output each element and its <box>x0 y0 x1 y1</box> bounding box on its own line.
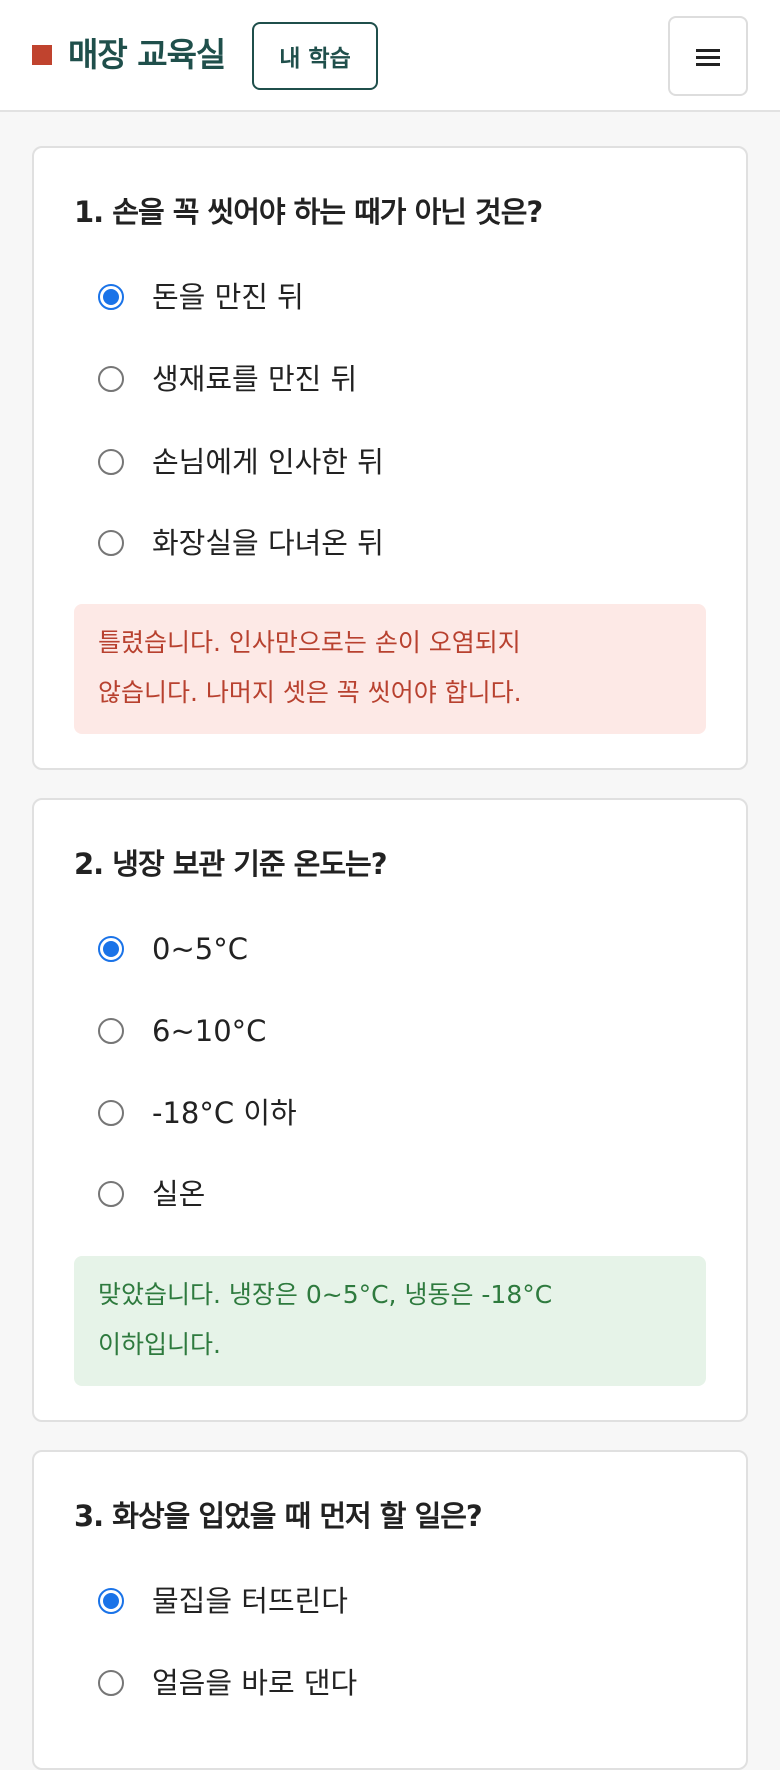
answer-option[interactable]: 0~5°C <box>98 926 698 972</box>
answer-option[interactable]: 실온 <box>98 1171 698 1217</box>
radio-button[interactable] <box>98 1100 124 1126</box>
app-header: 매장 교육실 내 학습 <box>0 0 780 112</box>
radio-button-selected[interactable] <box>98 936 124 962</box>
answer-option[interactable]: 생재료를 만진 뒤 <box>98 356 698 402</box>
feedback-text-line: 맞았습니다. 냉장은 0~5°C, 냉동은 -18°C <box>98 1280 553 1309</box>
menu-button[interactable] <box>668 16 748 96</box>
answer-option[interactable]: -18°C 이하 <box>98 1090 698 1136</box>
answer-option-label: 화장실을 다녀온 뒤 <box>152 526 384 560</box>
answer-option[interactable]: 6~10°C <box>98 1008 698 1054</box>
answer-option[interactable]: 돈을 만진 뒤 <box>98 274 698 320</box>
question-card: 1. 손을 꼭 씻어야 하는 때가 아닌 것은? 돈을 만진 뒤 생재료를 만진… <box>32 146 748 770</box>
answer-option-label: 6~10°C <box>152 1014 267 1048</box>
app-title[interactable]: 매장 교육실 <box>68 32 226 78</box>
answer-option-label: 손님에게 인사한 뒤 <box>152 445 384 479</box>
my-learning-button[interactable]: 내 학습 <box>252 22 378 90</box>
radio-button[interactable] <box>98 530 124 556</box>
square-logo-icon <box>32 45 52 65</box>
feedback-text-line: 않습니다. 나머지 셋은 꼭 씻어야 합니다. <box>98 678 522 707</box>
radio-button-selected[interactable] <box>98 284 124 310</box>
answer-option[interactable]: 손님에게 인사한 뒤 <box>98 439 698 485</box>
answer-option[interactable]: 화장실을 다녀온 뒤 <box>98 520 698 566</box>
answer-option-label: 0~5°C <box>152 932 248 966</box>
feedback-wrong: 틀렸습니다. 인사만으로는 손이 오염되지 않습니다. 나머지 셋은 꼭 씻어야… <box>74 604 706 734</box>
feedback-correct: 맞았습니다. 냉장은 0~5°C, 냉동은 -18°C 이하입니다. <box>74 1256 706 1386</box>
radio-button[interactable] <box>98 1670 124 1696</box>
answer-option-label: 실온 <box>152 1177 206 1211</box>
radio-button[interactable] <box>98 366 124 392</box>
feedback-text-line: 틀렸습니다. 인사만으로는 손이 오염되지 <box>98 628 521 657</box>
feedback-text-line: 이하입니다. <box>98 1330 221 1359</box>
answer-option[interactable]: 얼음을 바로 댄다 <box>98 1660 698 1706</box>
radio-button[interactable] <box>98 1018 124 1044</box>
radio-button[interactable] <box>98 1181 124 1207</box>
question-title: 1. 손을 꼭 씻어야 하는 때가 아닌 것은? <box>74 195 543 229</box>
answer-option-label: 돈을 만진 뒤 <box>152 280 304 314</box>
radio-button[interactable] <box>98 449 124 475</box>
question-card: 3. 화상을 입었을 때 먼저 할 일은? 물집을 터뜨린다 얼음을 바로 댄다 <box>32 1450 748 1770</box>
question-title: 3. 화상을 입었을 때 먼저 할 일은? <box>74 1499 483 1533</box>
question-title: 2. 냉장 보관 기준 온도는? <box>74 847 388 881</box>
hamburger-menu-icon <box>696 49 720 66</box>
answer-option-label: -18°C 이하 <box>152 1096 297 1130</box>
answer-option-label: 물집을 터뜨린다 <box>152 1584 348 1618</box>
answer-option-label: 생재료를 만진 뒤 <box>152 362 358 396</box>
question-card: 2. 냉장 보관 기준 온도는? 0~5°C 6~10°C -18°C 이하 실… <box>32 798 748 1422</box>
radio-button-selected[interactable] <box>98 1588 124 1614</box>
answer-option[interactable]: 물집을 터뜨린다 <box>98 1578 698 1624</box>
answer-option-label: 얼음을 바로 댄다 <box>152 1666 358 1700</box>
